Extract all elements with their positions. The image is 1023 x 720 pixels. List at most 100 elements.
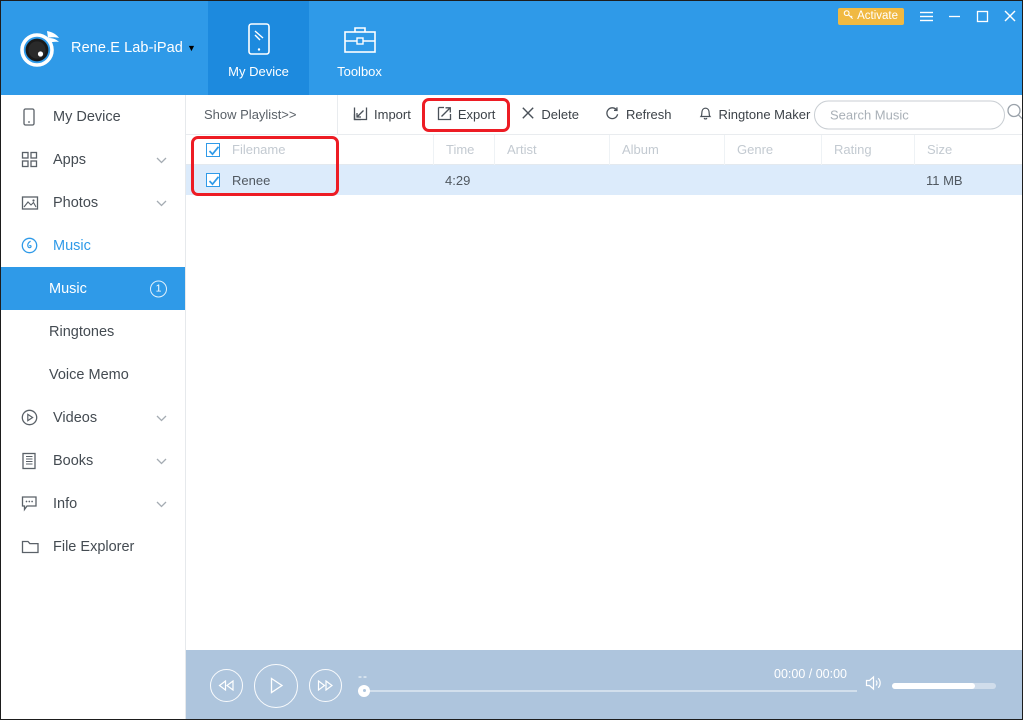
minimize-button[interactable] (940, 1, 968, 31)
photo-icon (21, 195, 45, 211)
activate-button[interactable]: Activate (838, 8, 904, 25)
sidebar-item-photos[interactable]: Photos (1, 181, 185, 224)
title-bar: Rene.E Lab-iPad ▼ My Device (1, 1, 1023, 95)
briefcase-icon (342, 18, 378, 62)
play-button[interactable] (254, 664, 298, 708)
book-icon (21, 452, 45, 470)
sidebar-item-music-label: Music (53, 238, 91, 254)
x-close-icon (521, 106, 535, 123)
export-button[interactable]: Export (426, 95, 507, 135)
show-playlist-label: Show Playlist>> (204, 107, 297, 122)
row-cell-artist (494, 165, 609, 195)
sidebar-item-books-label: Books (53, 453, 93, 469)
next-button[interactable] (309, 669, 342, 702)
header-cell-filename[interactable]: Filename (186, 135, 433, 165)
sidebar-subitem-voice-memo[interactable]: Voice Memo (1, 353, 185, 396)
volume-slider[interactable] (892, 683, 996, 689)
sidebar-item-info[interactable]: Info (1, 482, 185, 525)
sidebar-item-photos-label: Photos (53, 195, 98, 211)
brand-area[interactable]: Rene.E Lab-iPad ▼ (1, 1, 208, 95)
music-disc-icon (21, 237, 45, 254)
sidebar-item-videos[interactable]: Videos (1, 396, 185, 439)
header-cell-size[interactable]: Size (914, 135, 1023, 165)
device-icon (21, 108, 45, 126)
sidebar-item-apps[interactable]: Apps (1, 138, 185, 181)
caret-down-icon[interactable]: ▼ (187, 43, 196, 53)
brand-name: Rene.E Lab-iPad (71, 40, 183, 56)
app-window: Rene.E Lab-iPad ▼ My Device (0, 0, 1023, 720)
search-input[interactable] (830, 107, 1006, 122)
ringtone-maker-button[interactable]: Ringtone Maker (687, 95, 822, 135)
maximize-button[interactable] (968, 1, 996, 31)
progress-bar[interactable] (358, 690, 857, 692)
top-tabs: My Device Toolbox (208, 1, 410, 95)
row-cell-album (609, 165, 724, 195)
sidebar-subitem-voice-memo-label: Voice Memo (49, 367, 129, 383)
header-cell-genre[interactable]: Genre (724, 135, 821, 165)
menu-button[interactable] (912, 1, 940, 31)
row-checkbox[interactable] (206, 173, 220, 187)
select-all-checkbox[interactable] (206, 143, 220, 157)
key-icon (843, 9, 854, 23)
import-arrow-icon (353, 106, 368, 124)
music-count-badge: 1 (150, 280, 167, 297)
sidebar-item-videos-label: Videos (53, 410, 97, 426)
sidebar-subitem-ringtones[interactable]: Ringtones (1, 310, 185, 353)
row-cell-rating (821, 165, 914, 195)
show-playlist-button[interactable]: Show Playlist>> (186, 95, 338, 135)
row-cell-filename: Renee (186, 165, 433, 195)
header-cell-rating[interactable]: Rating (821, 135, 914, 165)
header-cell-album[interactable]: Album (609, 135, 724, 165)
sidebar-subitem-music[interactable]: Music 1 (1, 267, 185, 310)
table-row[interactable]: Renee 4:29 11 MB (186, 165, 1023, 195)
header-filename-label: Filename (232, 142, 285, 157)
speaker-icon[interactable] (865, 675, 884, 696)
track-area: -- 00:00 / 00:00 (358, 664, 857, 708)
export-arrow-icon (437, 106, 452, 124)
header-cell-artist[interactable]: Artist (494, 135, 609, 165)
sidebar-item-file-explorer-label: File Explorer (53, 539, 134, 555)
header-cell-time[interactable]: Time (433, 135, 494, 165)
eye-comet-logo-icon (17, 25, 63, 71)
chevron-down-icon[interactable] (156, 152, 167, 168)
progress-knob[interactable] (358, 685, 370, 697)
row-cell-time: 4:29 (433, 165, 494, 195)
sidebar-item-books[interactable]: Books (1, 439, 185, 482)
chat-info-icon (21, 495, 45, 512)
chevron-down-icon[interactable] (156, 496, 167, 512)
row-cell-genre (724, 165, 821, 195)
chevron-down-icon[interactable] (156, 195, 167, 211)
chevron-down-icon[interactable] (156, 410, 167, 426)
sidebar-item-file-explorer[interactable]: File Explorer (1, 525, 185, 568)
refresh-label: Refresh (626, 107, 672, 122)
sidebar-item-music[interactable]: Music (1, 224, 185, 267)
previous-button[interactable] (210, 669, 243, 702)
content-toolbar: Show Playlist>> Import (186, 95, 1023, 135)
tab-toolbox[interactable]: Toolbox (309, 1, 410, 95)
volume-fill (892, 683, 975, 689)
sidebar-item-my-device-label: My Device (53, 109, 121, 125)
tab-my-device[interactable]: My Device (208, 1, 309, 95)
window-controls: Activate (838, 1, 1023, 31)
row-cell-size: 11 MB (914, 165, 1023, 195)
row-filename-label: Renee (232, 173, 270, 188)
import-button[interactable]: Import (342, 95, 422, 135)
refresh-button[interactable]: Refresh (594, 95, 683, 135)
video-play-icon (21, 409, 45, 426)
bell-icon (698, 105, 713, 124)
search-icon[interactable] (1006, 103, 1023, 127)
sidebar-subitem-music-label: Music (49, 281, 87, 297)
ringtone-maker-label: Ringtone Maker (719, 107, 811, 122)
player-bar: -- 00:00 / 00:00 (186, 650, 1023, 720)
chevron-down-icon[interactable] (156, 453, 167, 469)
delete-button[interactable]: Delete (510, 95, 590, 135)
apps-grid-icon (21, 151, 45, 168)
export-label: Export (458, 107, 496, 122)
search-music-box[interactable] (814, 100, 1005, 129)
sidebar-subitem-ringtones-label: Ringtones (49, 324, 114, 340)
refresh-circle-icon (605, 106, 620, 124)
close-button[interactable] (996, 1, 1023, 31)
sidebar-item-my-device[interactable]: My Device (1, 95, 185, 138)
tab-toolbox-label: Toolbox (337, 64, 382, 79)
folder-icon (21, 539, 45, 555)
